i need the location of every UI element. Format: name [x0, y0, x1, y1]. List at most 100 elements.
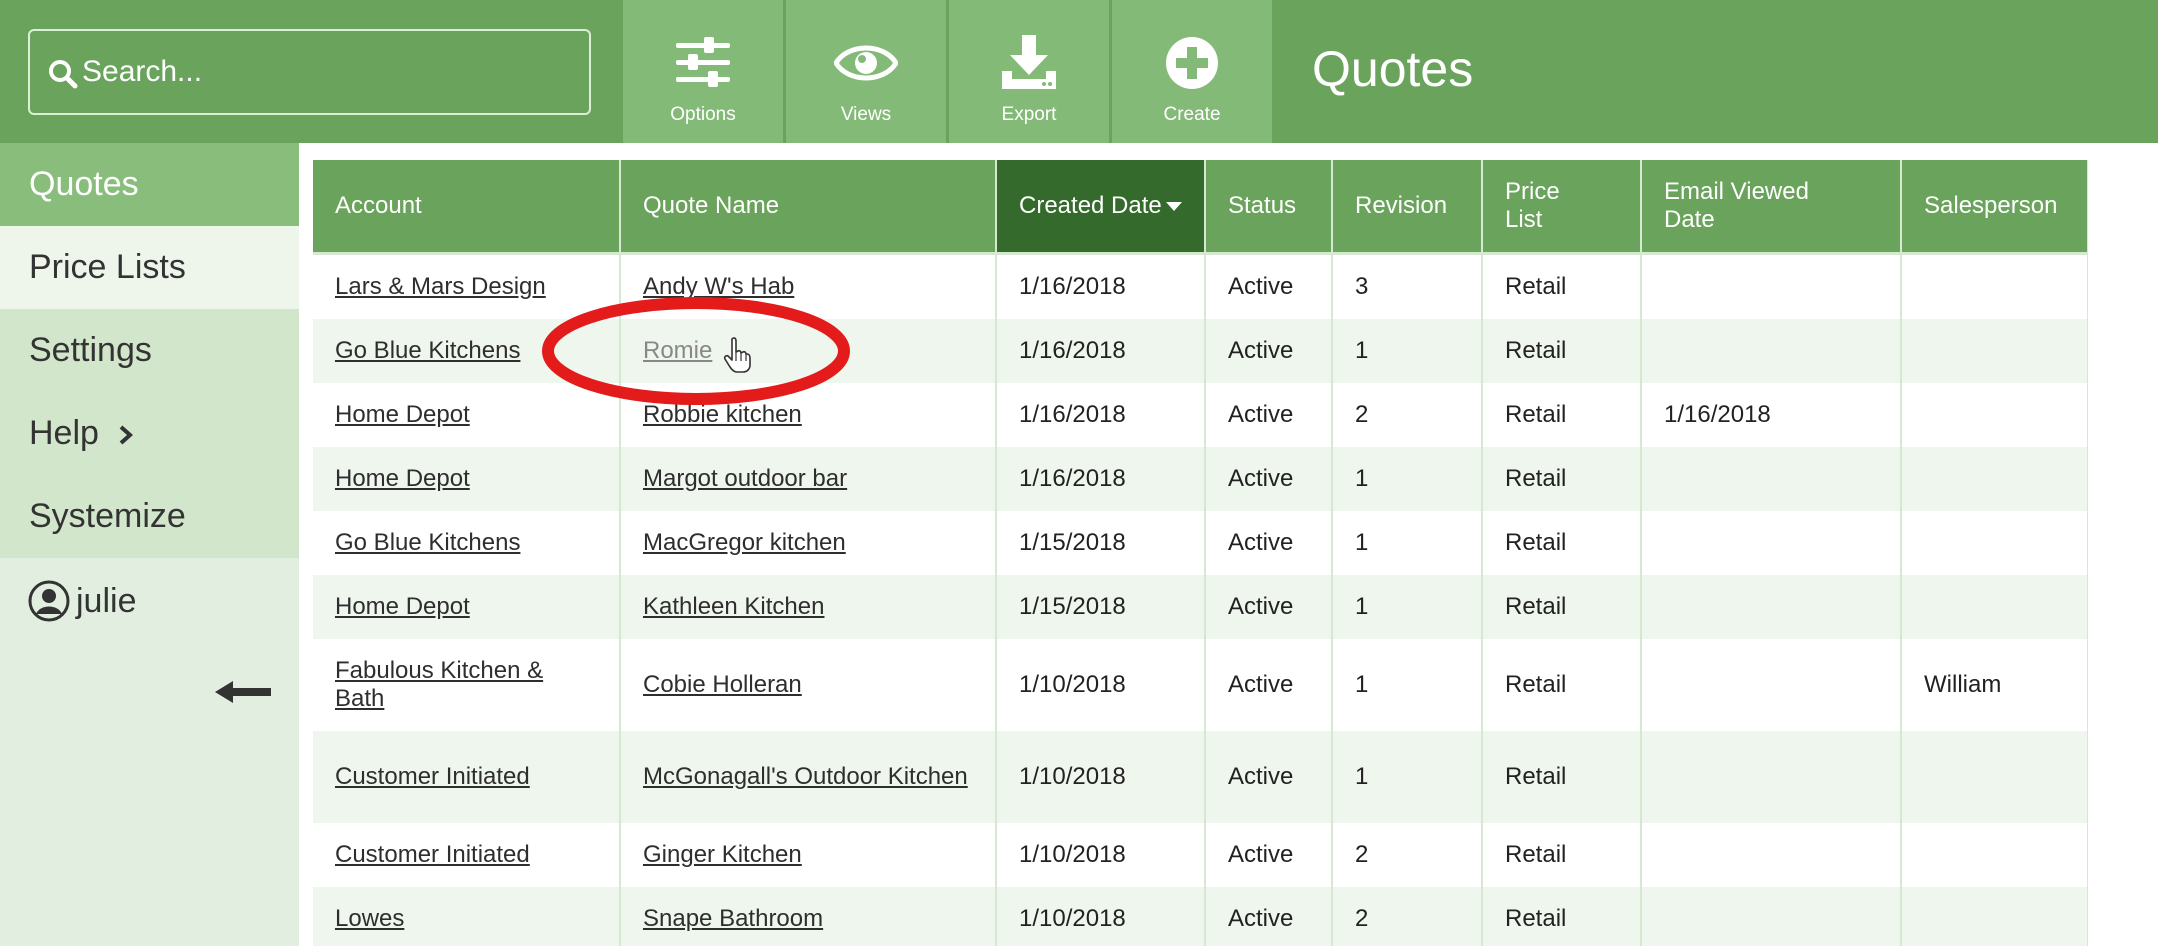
- revision-cell: 2: [1332, 823, 1483, 887]
- quote-name-link[interactable]: Margot outdoor bar: [643, 465, 847, 492]
- created-date-cell: 1/16/2018: [996, 383, 1206, 447]
- salesperson-cell: [1901, 383, 2088, 447]
- account-link[interactable]: Home Depot: [335, 401, 470, 428]
- sidebar-item-settings[interactable]: Settings: [0, 309, 299, 392]
- plus-circle-icon: [1166, 37, 1218, 89]
- status-cell: Active: [1205, 823, 1333, 887]
- account-link[interactable]: Go Blue Kitchens: [335, 529, 520, 556]
- sidebar-item-systemize[interactable]: Systemize: [0, 475, 299, 558]
- status-cell: Active: [1205, 511, 1333, 575]
- price-list-cell: Retail: [1482, 511, 1642, 575]
- arrow-left-icon[interactable]: [215, 681, 273, 703]
- status-cell: Active: [1205, 575, 1333, 639]
- export-label: Export: [1001, 104, 1057, 125]
- quote-name-link[interactable]: Snape Bathroom: [643, 905, 823, 932]
- salesperson-cell: [1901, 887, 2088, 946]
- status-cell: Active: [1205, 887, 1333, 946]
- top-bar: Options Views Export: [0, 0, 2158, 143]
- quote-name-link[interactable]: Andy W's Hab: [643, 273, 794, 300]
- column-header-created-date[interactable]: Created Date: [996, 160, 1206, 252]
- price-list-cell: Retail: [1482, 823, 1642, 887]
- search-input[interactable]: [82, 31, 582, 113]
- price-list-cell: Retail: [1482, 319, 1642, 383]
- column-header-quote-name[interactable]: Quote Name: [620, 160, 997, 252]
- price-list-cell: Retail: [1482, 731, 1642, 823]
- table-header-row: Account Quote Name Created Date Status R…: [313, 160, 2088, 252]
- column-header-label: Created Date: [1019, 192, 1162, 219]
- sidebar-item-price-lists[interactable]: Price Lists: [0, 226, 299, 309]
- salesperson-cell: [1901, 823, 2088, 887]
- views-button[interactable]: Views: [786, 0, 946, 143]
- create-button[interactable]: Create: [1112, 0, 1272, 143]
- account-link[interactable]: Fabulous Kitchen & Bath: [335, 657, 543, 712]
- sidebar-item-quotes[interactable]: Quotes: [0, 143, 299, 226]
- status-cell: Active: [1205, 383, 1333, 447]
- email-viewed-date-cell: [1641, 447, 1902, 511]
- email-viewed-date-cell: [1641, 731, 1902, 823]
- user-name: julie: [76, 581, 137, 620]
- status-cell: Active: [1205, 731, 1333, 823]
- salesperson-cell: [1901, 575, 2088, 639]
- created-date-cell: 1/15/2018: [996, 511, 1206, 575]
- page-title: Quotes: [1312, 41, 1474, 97]
- options-label: Options: [670, 104, 736, 125]
- column-header-price-list[interactable]: Price List: [1482, 160, 1642, 252]
- account-link[interactable]: Lars & Mars Design: [335, 273, 546, 300]
- account-link[interactable]: Lowes: [335, 905, 404, 932]
- quote-name-link[interactable]: Robbie kitchen: [643, 401, 802, 428]
- table-row: Lowes Snape Bathroom 1/10/2018 Active 2 …: [313, 887, 2088, 946]
- column-header-status[interactable]: Status: [1205, 160, 1333, 252]
- revision-cell: 1: [1332, 511, 1483, 575]
- email-viewed-date-cell: [1641, 887, 1902, 946]
- quote-name-link[interactable]: McGonagall's Outdoor Kitchen: [643, 763, 968, 790]
- quote-name-link[interactable]: Ginger Kitchen: [643, 841, 802, 868]
- quote-name-link[interactable]: Kathleen Kitchen: [643, 593, 824, 620]
- table-row: Home Depot Robbie kitchen 1/16/2018 Acti…: [313, 383, 2088, 447]
- account-link[interactable]: Go Blue Kitchens: [335, 337, 520, 364]
- column-header-salesperson[interactable]: Salesperson: [1901, 160, 2088, 252]
- created-date-cell: 1/16/2018: [996, 255, 1206, 319]
- created-date-cell: 1/16/2018: [996, 447, 1206, 511]
- salesperson-cell: [1901, 255, 2088, 319]
- sort-down-icon: [1165, 201, 1182, 211]
- table-row: Home Depot Kathleen Kitchen 1/15/2018 Ac…: [313, 575, 2088, 639]
- created-date-cell: 1/10/2018: [996, 887, 1206, 946]
- eye-icon: [834, 45, 898, 81]
- sidebar-item-help[interactable]: Help: [0, 392, 299, 475]
- chevron-right-icon: [120, 425, 134, 445]
- created-date-cell: 1/10/2018: [996, 823, 1206, 887]
- sidebar-item-label: Systemize: [29, 497, 186, 535]
- email-viewed-date-cell: [1641, 319, 1902, 383]
- search-box[interactable]: [28, 29, 591, 115]
- column-header-revision[interactable]: Revision: [1332, 160, 1483, 252]
- table-row: Customer Initiated Ginger Kitchen 1/10/2…: [313, 823, 2088, 887]
- email-viewed-date-cell: [1641, 639, 1902, 731]
- account-link[interactable]: Customer Initiated: [335, 841, 530, 868]
- column-header-email-viewed-date[interactable]: Email Viewed Date: [1641, 160, 1902, 252]
- quote-name-link[interactable]: Romie: [643, 337, 712, 364]
- created-date-cell: 1/15/2018: [996, 575, 1206, 639]
- email-viewed-date-cell: 1/16/2018: [1641, 383, 1902, 447]
- quote-name-link[interactable]: MacGregor kitchen: [643, 529, 846, 556]
- email-viewed-date-cell: [1641, 255, 1902, 319]
- revision-cell: 1: [1332, 639, 1483, 731]
- account-link[interactable]: Customer Initiated: [335, 763, 530, 790]
- account-link[interactable]: Home Depot: [335, 593, 470, 620]
- column-header-account[interactable]: Account: [313, 160, 621, 252]
- status-cell: Active: [1205, 255, 1333, 319]
- salesperson-cell: [1901, 447, 2088, 511]
- price-list-cell: Retail: [1482, 255, 1642, 319]
- create-label: Create: [1163, 104, 1221, 125]
- status-cell: Active: [1205, 639, 1333, 731]
- account-link[interactable]: Home Depot: [335, 465, 470, 492]
- salesperson-cell: [1901, 731, 2088, 823]
- table-row: Go Blue Kitchens MacGregor kitchen 1/15/…: [313, 511, 2088, 575]
- options-button[interactable]: Options: [623, 0, 783, 143]
- export-button[interactable]: Export: [949, 0, 1109, 143]
- price-list-cell: Retail: [1482, 639, 1642, 731]
- user-menu[interactable]: julie: [28, 576, 136, 626]
- quote-name-link[interactable]: Cobie Holleran: [643, 671, 802, 698]
- price-list-cell: Retail: [1482, 887, 1642, 946]
- table-row: Go Blue Kitchens Romie 1/16/2018 Active …: [313, 319, 2088, 383]
- sidebar: Quotes Price Lists Settings Help Systemi…: [0, 143, 299, 946]
